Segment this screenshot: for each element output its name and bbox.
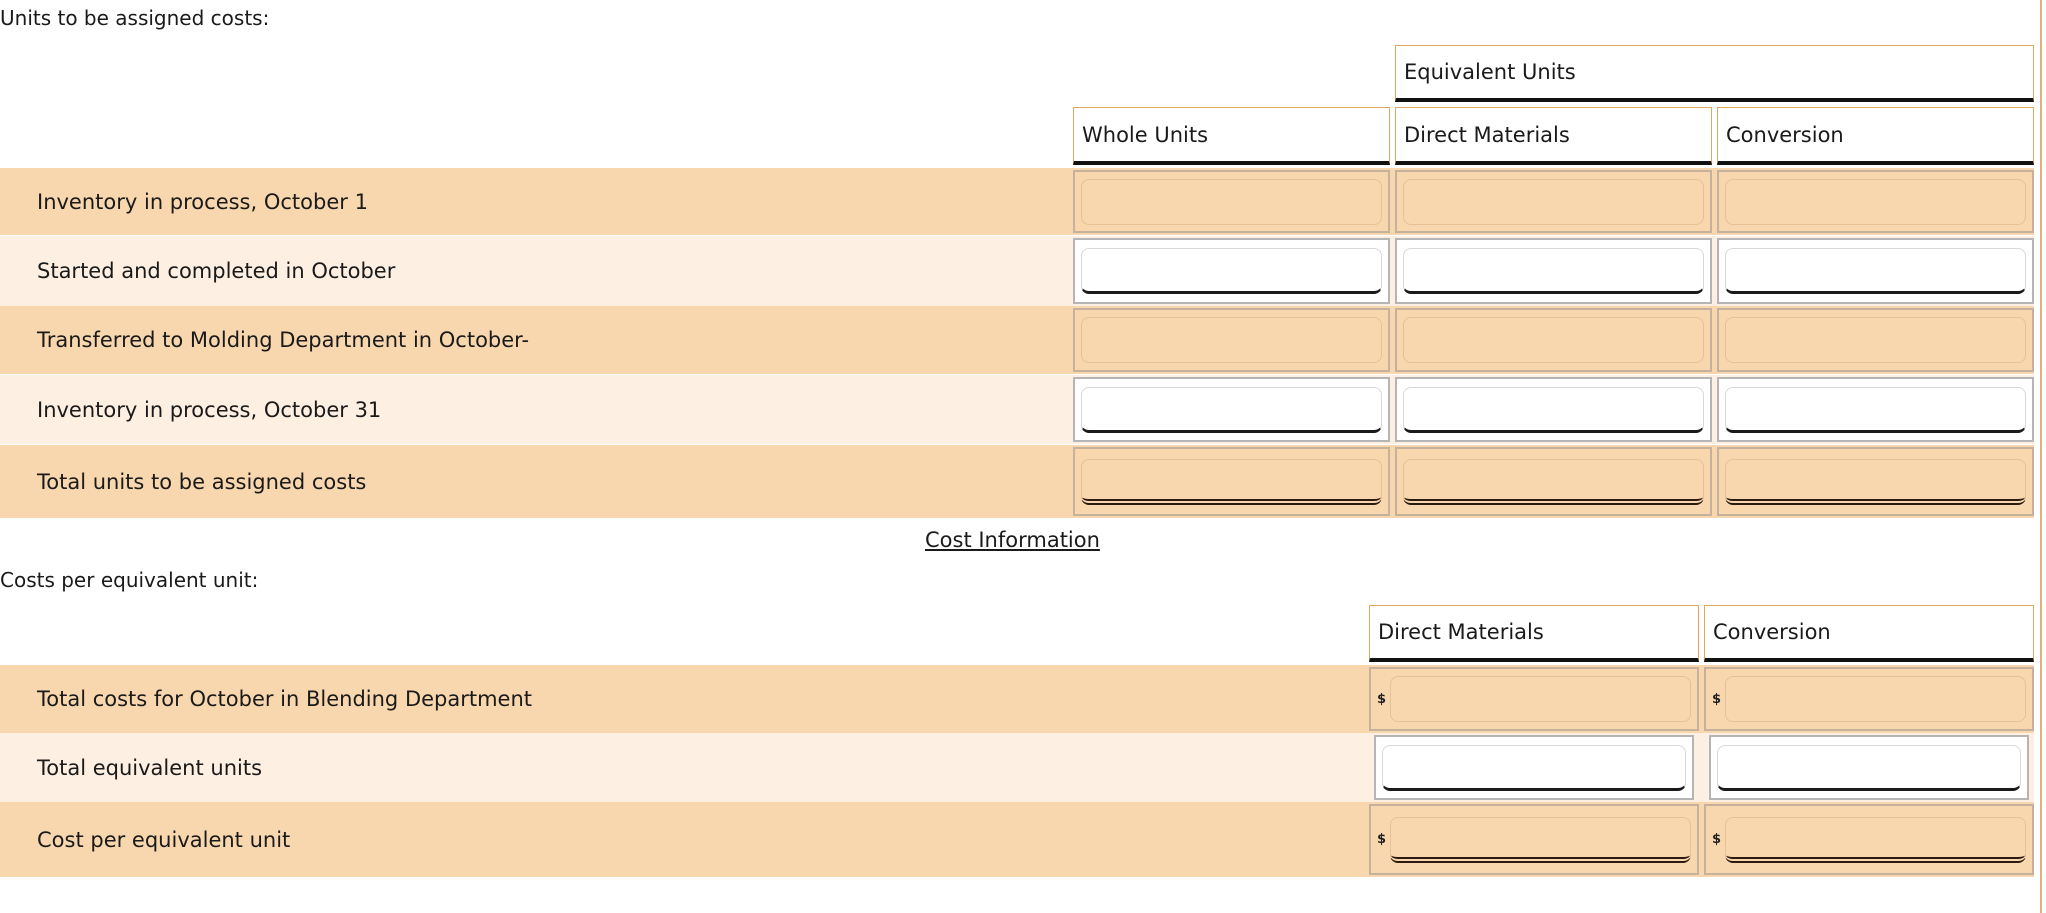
whole-units-input[interactable] — [1081, 248, 1382, 294]
page-edge-border — [2040, 0, 2042, 913]
cost-conversion-input[interactable] — [1725, 676, 2026, 722]
cost-direct-materials-input[interactable] — [1390, 676, 1691, 722]
row-label: Total units to be assigned costs — [37, 469, 367, 494]
row-label: Total costs for October in Blending Depa… — [37, 687, 533, 711]
whole-units-input[interactable] — [1081, 458, 1382, 505]
units-cell — [1073, 377, 1390, 442]
direct-materials-input[interactable] — [1403, 386, 1704, 433]
dollar-sign-icon: $ — [1712, 832, 1722, 847]
cost-conversion-input[interactable] — [1717, 744, 2021, 791]
units-cell — [1395, 447, 1712, 516]
whole-units-input[interactable] — [1081, 386, 1382, 433]
whole-units-header: Whole Units — [1073, 107, 1390, 165]
units-cell — [1395, 238, 1712, 304]
units-cell — [1717, 170, 2034, 233]
cost-information-link[interactable]: Cost Information — [925, 528, 1100, 552]
units-cell — [1395, 170, 1712, 233]
units-cell — [1717, 377, 2034, 442]
whole-units-input[interactable] — [1081, 178, 1382, 225]
row-label: Total equivalent units — [37, 755, 263, 780]
cost-conversion-input[interactable] — [1725, 816, 2026, 863]
units-section-title: Units to be assigned costs: — [0, 6, 270, 30]
direct-materials-input[interactable] — [1403, 178, 1704, 225]
conversion-input[interactable] — [1725, 317, 2026, 363]
dollar-sign-icon: $ — [1712, 691, 1722, 707]
cost-direct-materials-input[interactable] — [1382, 744, 1686, 791]
units-cell — [1717, 308, 2034, 372]
dollar-sign-icon: $ — [1377, 691, 1387, 707]
direct-materials-header: Direct Materials — [1395, 107, 1712, 165]
units-cell — [1073, 447, 1390, 516]
conversion-input[interactable] — [1725, 458, 2026, 505]
row-label: Transferred to Molding Department in Oct… — [37, 328, 530, 352]
row-label: Started and completed in October — [37, 259, 396, 283]
units-cell — [1717, 447, 2034, 516]
whole-units-input[interactable] — [1081, 317, 1382, 363]
units-cell — [1073, 308, 1390, 372]
units-cell — [1073, 170, 1390, 233]
cost-cell — [1374, 735, 1694, 800]
cost-direct-materials-header: Direct Materials — [1369, 605, 1699, 662]
cost-conversion-header: Conversion — [1704, 605, 2034, 662]
direct-materials-input[interactable] — [1403, 458, 1704, 505]
cost-direct-materials-input[interactable] — [1390, 816, 1691, 863]
dollar-sign-icon: $ — [1377, 832, 1387, 847]
conversion-input[interactable] — [1725, 178, 2026, 225]
conversion-header: Conversion — [1717, 107, 2034, 165]
conversion-input[interactable] — [1725, 248, 2026, 294]
row-label: Inventory in process, October 1 — [37, 189, 368, 214]
units-cell — [1395, 308, 1712, 372]
direct-materials-input[interactable] — [1403, 248, 1704, 294]
conversion-input[interactable] — [1725, 386, 2026, 433]
units-cell — [1395, 377, 1712, 442]
cost-section-title: Costs per equivalent unit: — [0, 568, 259, 592]
direct-materials-input[interactable] — [1403, 317, 1704, 363]
cost-cell — [1709, 735, 2029, 800]
row-label: Cost per equivalent unit — [37, 827, 291, 852]
units-cell — [1073, 238, 1390, 304]
units-cell — [1717, 238, 2034, 304]
row-label: Inventory in process, October 31 — [37, 397, 382, 422]
cost-cell: $ — [1369, 667, 1699, 731]
cost-cell: $ — [1704, 804, 2034, 875]
cost-cell: $ — [1369, 804, 1699, 875]
cost-cell: $ — [1704, 667, 2034, 731]
equivalent-units-header: Equivalent Units — [1395, 45, 2034, 102]
